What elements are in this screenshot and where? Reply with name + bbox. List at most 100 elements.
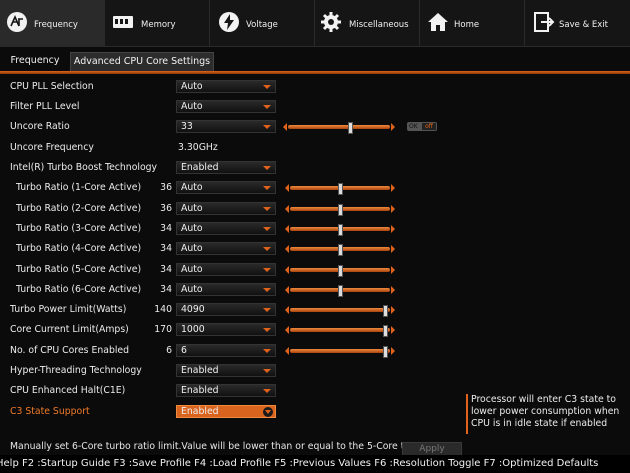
slider-left-arrow-icon[interactable] <box>285 225 289 233</box>
slider-left-arrow-icon[interactable] <box>285 245 289 253</box>
slider-left-arrow-icon[interactable] <box>285 326 289 334</box>
subtab-frequency[interactable]: Frequency <box>4 52 66 70</box>
subtab-advanced-cpu-core-settings[interactable]: Advanced CPU Core Settings <box>70 52 214 71</box>
setting-row-turbo-ratio-4: Turbo Ratio (4-Core Active) 34 Auto <box>0 241 460 257</box>
current-value: 140 <box>154 304 172 315</box>
nav-tab-home[interactable]: Home <box>419 0 525 46</box>
dropdown-uncore-ratio[interactable]: 33 <box>176 120 276 133</box>
nav-tab-frequency[interactable]: Frequency <box>0 0 105 46</box>
slider-thumb[interactable] <box>338 285 343 297</box>
slider-right-arrow-icon[interactable] <box>391 225 395 233</box>
slider-thumb[interactable] <box>338 265 343 277</box>
slider-left-arrow-icon[interactable] <box>285 347 289 355</box>
slider-right-arrow-icon[interactable] <box>391 205 395 213</box>
dropdown-value: Auto <box>181 182 203 193</box>
setting-label: CPU PLL Selection <box>10 81 94 92</box>
slider-right-arrow-icon[interactable] <box>391 286 395 294</box>
setting-label: Turbo Ratio (5-Core Active) <box>16 264 142 275</box>
slider-right-arrow-icon[interactable] <box>391 245 395 253</box>
dropdown-cpu-pll-selection[interactable]: Auto <box>176 80 276 93</box>
item-description: Manually set 6-Core turbo ratio limit.Va… <box>10 441 405 452</box>
slider-right-arrow-icon[interactable] <box>391 123 395 131</box>
slider-thumb[interactable] <box>383 346 388 358</box>
slider-right-arrow-icon[interactable] <box>391 347 395 355</box>
setting-label: Hyper-Threading Technology <box>10 365 142 376</box>
dropdown-turbo-boost[interactable]: Enabled <box>176 161 276 174</box>
chevron-down-icon <box>263 125 271 129</box>
slider-left-arrow-icon[interactable] <box>285 184 289 192</box>
dropdown-c1e[interactable]: Enabled <box>176 384 276 397</box>
dropdown-turbo-ratio-2[interactable]: Auto <box>176 202 276 215</box>
slider-right-arrow-icon[interactable] <box>391 326 395 334</box>
slider-cpu-cores-enabled[interactable] <box>285 346 395 358</box>
slider-turbo-power-limit[interactable] <box>285 305 395 317</box>
setting-label: Filter PLL Level <box>10 101 80 112</box>
setting-label: Uncore Ratio <box>10 121 70 132</box>
slider-right-arrow-icon[interactable] <box>391 184 395 192</box>
nav-tab-save-exit[interactable]: Save & Exit <box>524 0 630 46</box>
slider-uncore-ratio[interactable] <box>283 122 395 134</box>
chevron-down-icon <box>263 407 273 417</box>
slider-thumb[interactable] <box>338 204 343 216</box>
slider-turbo-ratio-2[interactable] <box>285 204 395 216</box>
slider-thumb[interactable] <box>338 244 343 256</box>
slider-left-arrow-icon[interactable] <box>285 306 289 314</box>
nav-label: Memory <box>141 20 176 30</box>
setting-row-c1e: CPU Enhanced Halt(C1E) Enabled <box>0 383 460 399</box>
slider-turbo-ratio-6[interactable] <box>285 285 395 297</box>
chevron-down-icon <box>263 308 271 312</box>
apply-button[interactable]: Apply <box>402 442 462 456</box>
nav-tab-miscellaneous[interactable]: Miscellaneous <box>314 0 420 46</box>
dropdown-c3-state[interactable]: Enabled <box>176 405 276 418</box>
slider-right-arrow-icon[interactable] <box>391 266 395 274</box>
chevron-down-icon <box>263 369 271 373</box>
slider-core-current-limit[interactable] <box>285 325 395 337</box>
sub-tabs: Frequency Advanced CPU Core Settings <box>0 52 630 72</box>
slider-turbo-ratio-4[interactable] <box>285 244 395 256</box>
slider-turbo-ratio-3[interactable] <box>285 224 395 236</box>
chevron-down-icon <box>263 207 271 211</box>
nav-tab-voltage[interactable]: Voltage <box>209 0 315 46</box>
slider-turbo-ratio-5[interactable] <box>285 265 395 277</box>
dropdown-cpu-cores-enabled[interactable]: 6 <box>176 344 276 357</box>
chevron-down-icon <box>263 166 271 170</box>
chevron-down-icon <box>263 268 271 272</box>
dropdown-hyper-threading[interactable]: Enabled <box>176 364 276 377</box>
nav-label: Home <box>454 20 480 30</box>
slider-track <box>290 328 390 332</box>
nav-label: Voltage <box>246 20 278 30</box>
slider-right-arrow-icon[interactable] <box>391 306 395 314</box>
voltage-icon <box>219 12 239 32</box>
chevron-down-icon <box>263 247 271 251</box>
toggle-right-label: off <box>422 123 436 130</box>
dropdown-turbo-ratio-1[interactable]: Auto <box>176 181 276 194</box>
nav-tab-memory[interactable]: Memory <box>104 0 210 46</box>
dropdown-turbo-ratio-3[interactable]: Auto <box>176 222 276 235</box>
slider-thumb[interactable] <box>348 122 353 134</box>
slider-thumb[interactable] <box>338 183 343 195</box>
gear-icon <box>321 12 341 32</box>
dropdown-core-current-limit[interactable]: 1000 <box>176 323 276 336</box>
dropdown-turbo-ratio-4[interactable]: Auto <box>176 242 276 255</box>
setting-row-turbo-ratio-1: Turbo Ratio (1-Core Active) 36 Auto <box>0 180 460 196</box>
dropdown-filter-pll-level[interactable]: Auto <box>176 100 276 113</box>
dropdown-turbo-ratio-6[interactable]: Auto <box>176 283 276 296</box>
slider-left-arrow-icon[interactable] <box>283 123 287 131</box>
slider-thumb[interactable] <box>383 325 388 337</box>
slider-thumb[interactable] <box>338 224 343 236</box>
setting-row-core-current-limit: Core Current Limit(Amps) 170 1000 <box>0 322 460 338</box>
setting-label: No. of CPU Cores Enabled <box>10 345 130 356</box>
setting-row-uncore-frequency: Uncore Frequency 3.30GHz <box>0 140 460 156</box>
slider-left-arrow-icon[interactable] <box>285 205 289 213</box>
dropdown-turbo-ratio-5[interactable]: Auto <box>176 263 276 276</box>
dropdown-turbo-power-limit[interactable]: 4090 <box>176 303 276 316</box>
slider-left-arrow-icon[interactable] <box>285 286 289 294</box>
uncore-frequency-value: 3.30GHz <box>178 142 218 153</box>
uncore-ratio-toggle[interactable]: OK off <box>407 122 437 131</box>
dropdown-value: Enabled <box>181 365 219 376</box>
dropdown-value: Auto <box>181 101 203 112</box>
setting-label: Turbo Ratio (1-Core Active) <box>16 182 142 193</box>
slider-left-arrow-icon[interactable] <box>285 266 289 274</box>
slider-turbo-ratio-1[interactable] <box>285 183 395 195</box>
slider-thumb[interactable] <box>383 305 388 317</box>
